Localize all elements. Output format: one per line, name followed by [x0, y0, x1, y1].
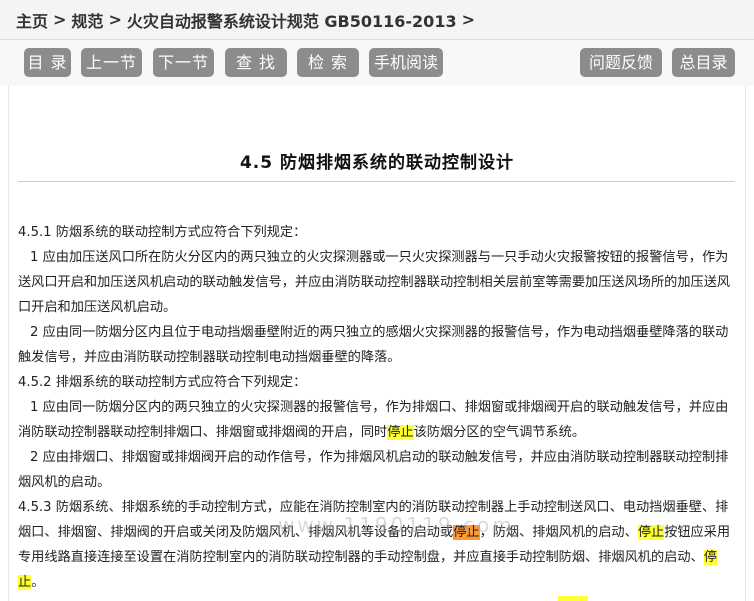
mobile-read-button[interactable]: 手机阅读: [369, 48, 443, 77]
breadcrumb-separator: >: [108, 10, 122, 29]
clause-4-5-1-item-1: 1 应由加压送风口所在防火分区内的两只独立的火灾探测器或一只火灾探测器与一只手动…: [18, 250, 731, 315]
search-highlight: 停止: [387, 425, 414, 440]
catalog-button[interactable]: 目 录: [24, 48, 71, 77]
breadcrumb-section-link[interactable]: 规范: [71, 8, 103, 32]
breadcrumb: 主页 > 规范 > 火灾自动报警系统设计规范 GB50116-2013 >: [0, 0, 754, 40]
main-index-button[interactable]: 总目录: [672, 48, 735, 77]
clause-text: 。: [31, 575, 45, 590]
clause-4-5-2-item-1: 1 应由同一防烟分区内的两只独立的火灾探测器的报警信号，作为排烟口、排烟窗或排烟…: [18, 395, 738, 445]
search-highlight: 停止: [637, 525, 665, 540]
breadcrumb-separator: >: [53, 10, 67, 29]
page-title: 4.5 防烟排烟系统的联动控制设计: [239, 153, 515, 173]
search-highlight-active: 停止: [453, 525, 480, 540]
breadcrumb-home-link[interactable]: 主页: [16, 8, 48, 32]
clause-4-5-1: 4.5.1 防烟系统的联动控制方式应符合下列规定：: [18, 225, 307, 240]
find-button[interactable]: 查 找: [225, 48, 287, 77]
clause-text: ，防烟、排烟风机的启动、: [479, 525, 638, 540]
title-divider: [18, 181, 735, 182]
search-highlight-partial: [558, 596, 588, 601]
clause-text: 该防烟分区的空气调节系统。: [413, 425, 586, 440]
article-body: 4.5.1 防烟系统的联动控制方式应符合下列规定： 1 应由加压送风口所在防火分…: [18, 220, 738, 595]
feedback-button[interactable]: 问题反馈: [580, 48, 662, 77]
search-button[interactable]: 检 索: [297, 48, 359, 77]
clause-4-5-1-item-2: 2 应由同一防烟分区内且位于电动挡烟垂壁附近的两只独立的感烟火灾探测器的报警信号…: [18, 325, 729, 365]
breadcrumb-separator: >: [461, 10, 475, 29]
next-section-button[interactable]: 下一节: [153, 48, 214, 77]
clause-4-5-2: 4.5.2 排烟系统的联动控制方式应符合下列规定：: [18, 375, 307, 390]
clause-4-5-3: 4.5.3 防烟系统、排烟系统的手动控制方式，应能在消防控制室内的消防联动控制器…: [18, 495, 738, 595]
prev-section-button[interactable]: 上一节: [81, 48, 142, 77]
clause-text: 1 应由同一防烟分区内的两只独立的火灾探测器的报警信号，作为排烟口、排烟窗或排烟…: [18, 400, 729, 440]
toolbar: 目 录 上一节 下一节 查 找 检 索 手机阅读 问题反馈 总目录: [0, 40, 754, 86]
clause-4-5-2-item-2: 2 应由排烟口、排烟窗或排烟阀开启的动作信号，作为排烟风机启动的联动触发信号，并…: [18, 450, 729, 490]
breadcrumb-doc-link[interactable]: 火灾自动报警系统设计规范 GB50116-2013: [127, 8, 457, 32]
